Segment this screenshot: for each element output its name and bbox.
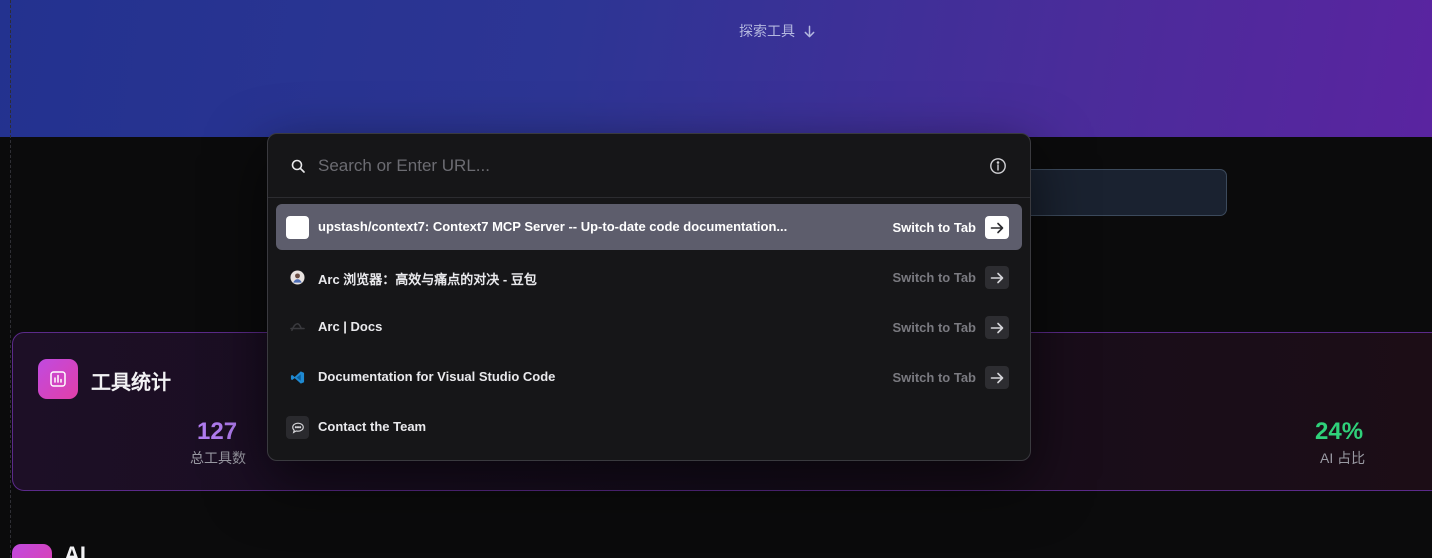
search-input[interactable] (318, 152, 968, 180)
switch-to-tab-label: Switch to Tab (892, 220, 976, 235)
switch-to-tab-button[interactable] (985, 366, 1009, 389)
result-row[interactable]: upstash/context7: Context7 MCP Server --… (276, 204, 1022, 250)
result-title: Arc | Docs (318, 319, 383, 334)
ai-ratio-label: AI 占比 (1320, 450, 1366, 466)
search-row (268, 134, 1030, 198)
switch-to-tab-button[interactable] (985, 266, 1009, 289)
result-title: Contact the Team (318, 419, 427, 434)
explore-tools-label: 探索工具 (739, 23, 795, 39)
result-row[interactable]: Arc | Docs Switch to Tab (276, 304, 1022, 350)
command-palette: upstash/context7: Context7 MCP Server --… (267, 133, 1031, 461)
result-title: Arc 浏览器：高效与痛点的对决 - 豆包 (318, 272, 537, 287)
ai-section-title: AI (64, 542, 86, 558)
switch-to-tab-button[interactable] (985, 316, 1009, 339)
ai-section-icon (12, 544, 52, 558)
arrow-right-icon (990, 272, 1004, 283)
vscode-icon (286, 366, 309, 389)
result-title: upstash/context7: Context7 MCP Server --… (318, 219, 788, 234)
guide-line (10, 0, 11, 558)
ai-ratio-value: 24% (1315, 418, 1364, 445)
page-icon (286, 216, 309, 239)
doubao-avatar-icon (286, 266, 309, 289)
arrow-down-icon (804, 25, 815, 37)
result-row[interactable]: Arc 浏览器：高效与痛点的对决 - 豆包 Switch to Tab (276, 254, 1022, 300)
explore-tools-link[interactable]: 探索工具 (739, 21, 816, 41)
switch-to-tab-label: Switch to Tab (892, 320, 976, 335)
chat-bubble-icon (286, 416, 309, 439)
stats-icon-badge (38, 359, 78, 399)
arrow-right-icon (990, 372, 1004, 383)
background-search-bar[interactable] (1010, 169, 1227, 216)
arrow-right-icon (990, 222, 1004, 233)
bar-chart-icon (50, 371, 66, 387)
results-list: upstash/context7: Context7 MCP Server --… (276, 204, 1022, 454)
switch-to-tab-button[interactable] (985, 216, 1009, 239)
search-icon (291, 159, 305, 173)
switch-to-tab-label: Switch to Tab (892, 370, 976, 385)
result-title: Documentation for Visual Studio Code (318, 369, 556, 384)
hero-banner: 探索工具 (0, 0, 1432, 137)
result-row[interactable]: Documentation for Visual Studio Code Swi… (276, 354, 1022, 400)
stats-title: 工具统计 (91, 372, 171, 394)
switch-to-tab-label: Switch to Tab (892, 270, 976, 285)
result-row[interactable]: Contact the Team (276, 404, 1022, 450)
total-tools-label: 总工具数 (190, 450, 246, 466)
arc-logo-icon (286, 316, 309, 339)
arrow-right-icon (990, 322, 1004, 333)
total-tools-value: 127 (197, 418, 238, 445)
info-icon[interactable] (989, 157, 1007, 175)
